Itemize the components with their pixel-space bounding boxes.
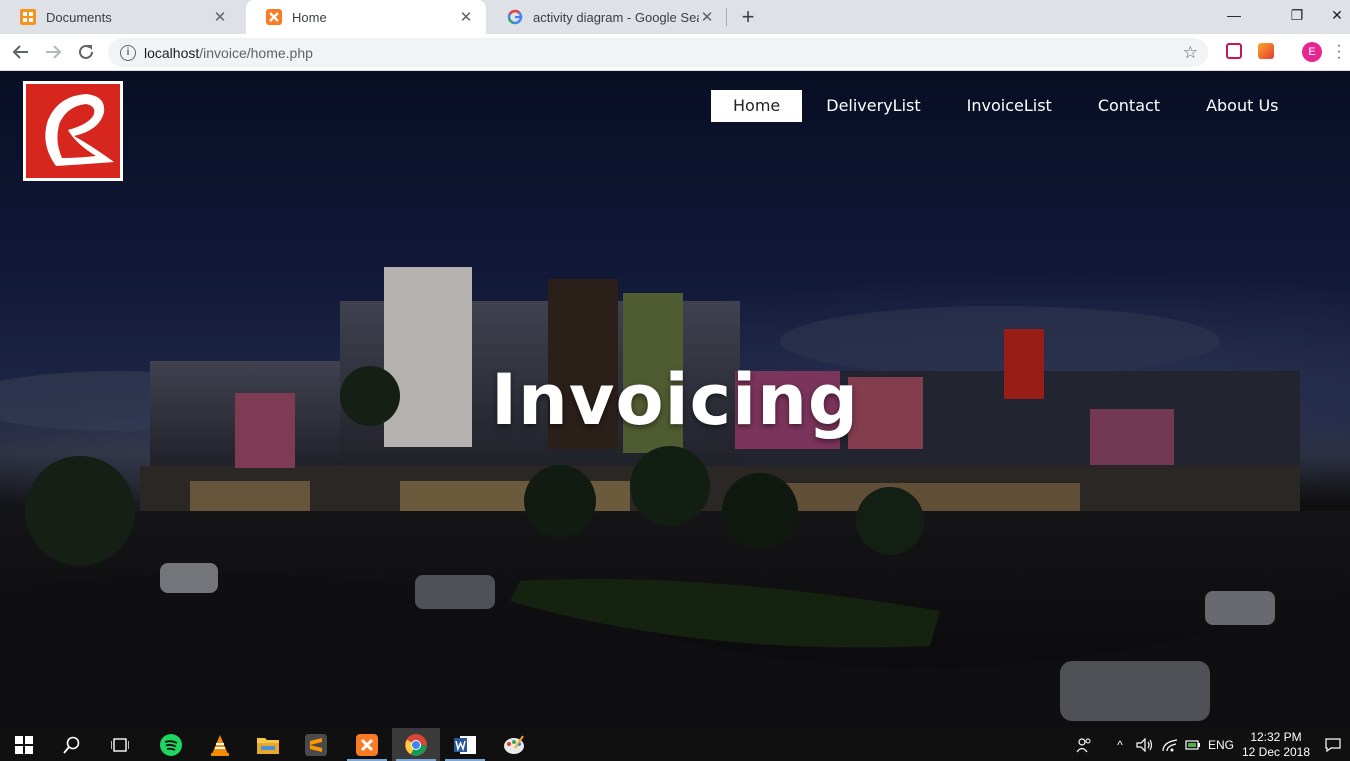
vlc-icon	[211, 734, 229, 756]
chevron-up-icon[interactable]: ^	[1110, 728, 1130, 761]
arrow-left-icon	[12, 45, 28, 59]
xampp-icon	[266, 9, 282, 25]
sublime-text-button[interactable]	[292, 728, 340, 761]
forward-button[interactable]	[39, 38, 67, 66]
arrow-right-icon	[46, 45, 62, 59]
extension-pocket-icon[interactable]	[1226, 43, 1242, 59]
nav-invoice-list[interactable]: InvoiceList	[945, 90, 1074, 122]
folder-icon	[257, 737, 279, 754]
google-icon	[507, 9, 523, 25]
close-icon[interactable]: ✕	[699, 9, 715, 26]
tab-strip: Documents ✕ Home ✕ activity diagram - Go…	[0, 0, 1350, 34]
tab-google-search[interactable]: activity diagram - Google Search ✕	[487, 0, 727, 34]
robinsons-r-logo	[26, 84, 120, 178]
main-nav: Home DeliveryList InvoiceList Contact Ab…	[711, 90, 1303, 122]
extension-flash-icon[interactable]	[1258, 43, 1274, 59]
clock-date: 12 Dec 2018	[1241, 745, 1311, 759]
wifi-icon[interactable]	[1159, 728, 1181, 761]
profile-avatar[interactable]: E	[1302, 42, 1322, 62]
task-view-button[interactable]	[96, 728, 144, 761]
spotify-button[interactable]	[147, 728, 195, 761]
word-button[interactable]	[441, 728, 489, 761]
vlc-button[interactable]	[196, 728, 244, 761]
chrome-icon	[405, 733, 427, 756]
start-button[interactable]	[0, 728, 48, 761]
tab-title: Documents	[46, 9, 112, 25]
word-icon	[454, 735, 476, 754]
task-view-icon	[111, 737, 129, 752]
nav-contact[interactable]: Contact	[1076, 90, 1182, 122]
volume-icon[interactable]	[1134, 728, 1156, 761]
tab-separator	[726, 8, 727, 26]
file-explorer-button[interactable]	[244, 728, 292, 761]
bookmark-star-icon[interactable]: ☆	[1183, 43, 1198, 63]
tab-home[interactable]: Home ✕	[246, 0, 486, 34]
paint-icon	[504, 734, 524, 754]
close-icon[interactable]: ✕	[458, 9, 474, 26]
info-icon[interactable]: i	[120, 44, 136, 61]
site-logo[interactable]	[23, 81, 123, 181]
browser-toolbar: i localhost/invoice/home.php ☆ E · · ·	[0, 34, 1350, 71]
page-viewport: Home DeliveryList InvoiceList Contact Ab…	[0, 71, 1350, 728]
action-center-icon[interactable]	[1322, 728, 1344, 761]
search-icon	[63, 736, 80, 754]
sublime-text-icon	[305, 733, 327, 756]
chrome-button[interactable]	[392, 728, 440, 761]
new-tab-button[interactable]: +	[736, 4, 760, 29]
minimize-button[interactable]: —	[1211, 0, 1257, 30]
tab-title: activity diagram - Google Search	[533, 9, 699, 25]
url-host: localhost	[144, 44, 200, 61]
clock-time: 12:32 PM	[1250, 730, 1302, 744]
nav-about-us[interactable]: About Us	[1184, 90, 1300, 122]
people-icon[interactable]	[1072, 728, 1096, 761]
close-icon[interactable]: ✕	[212, 9, 228, 26]
search-button[interactable]	[48, 728, 96, 761]
hero-title: Invoicing	[490, 359, 860, 441]
xampp-button[interactable]	[343, 728, 391, 761]
paint-button[interactable]	[490, 728, 538, 761]
windows-logo-icon	[15, 735, 33, 754]
tab-documents[interactable]: Documents ✕	[0, 0, 240, 34]
nav-delivery-list[interactable]: DeliveryList	[804, 90, 942, 122]
battery-icon[interactable]	[1183, 728, 1203, 761]
xampp-folder-icon	[20, 9, 36, 25]
back-button[interactable]	[7, 38, 35, 66]
taskbar: ^ ENG 12:32 PM 12 Dec 2018	[0, 728, 1350, 761]
language-indicator[interactable]: ENG	[1206, 728, 1236, 761]
menu-dots-icon[interactable]: · · ·	[1334, 38, 1344, 66]
tab-title: Home	[292, 9, 327, 25]
nav-home[interactable]: Home	[711, 90, 803, 122]
reload-icon	[79, 44, 93, 59]
address-bar[interactable]: i localhost/invoice/home.php ☆	[108, 38, 1208, 67]
close-window-button[interactable]: ✕	[1314, 0, 1350, 30]
reload-button[interactable]	[72, 38, 100, 66]
xampp-icon	[356, 733, 378, 756]
url-path: /invoice/home.php	[199, 44, 313, 61]
spotify-icon	[160, 733, 182, 756]
system-clock[interactable]: 12:32 PM 12 Dec 2018	[1238, 730, 1314, 760]
